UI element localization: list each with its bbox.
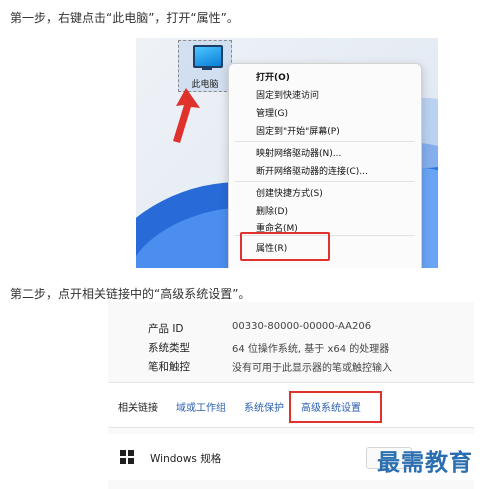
step1-text: 第一步，右键点击“此电脑”，打开“属性”。 bbox=[10, 11, 239, 25]
spec-value-product-id: 00330-80000-00000-AA206 bbox=[232, 321, 372, 332]
spec-label-product-id: 产品 ID bbox=[148, 323, 184, 335]
properties-highlight-box bbox=[240, 232, 330, 261]
link-system-protection[interactable]: 系统保护 bbox=[244, 399, 284, 414]
related-links-bar: 相关链接 域或工作组 系统保护 高级系统设置 bbox=[108, 382, 474, 428]
this-pc-desktop-icon[interactable]: 此电脑 bbox=[178, 40, 232, 92]
monitor-icon bbox=[193, 45, 223, 68]
menu-separator bbox=[235, 181, 415, 182]
menu-item-manage[interactable]: 管理(G) bbox=[256, 106, 288, 119]
monitor-stand bbox=[202, 67, 212, 70]
link-domain-workgroup[interactable]: 域或工作组 bbox=[176, 399, 226, 414]
step2-text: 第二步，点开相关链接中的“高级系统设置”。 bbox=[10, 287, 251, 301]
menu-item-open[interactable]: 打开(O) bbox=[256, 70, 290, 83]
spec-label-pen-touch: 笔和触控 bbox=[148, 361, 190, 373]
spec-label-system-type: 系统类型 bbox=[148, 342, 190, 354]
related-links-label: 相关链接 bbox=[118, 403, 158, 414]
windows-logo-icon bbox=[120, 450, 134, 464]
menu-item-disconnect-drive[interactable]: 断开网络驱动器的连接(C)... bbox=[256, 164, 368, 177]
menu-separator bbox=[235, 141, 415, 142]
menu-item-pin-quick-access[interactable]: 固定到快速访问 bbox=[256, 88, 319, 101]
spec-value-pen-touch: 没有可用于此显示器的笔或触控输入 bbox=[232, 363, 392, 374]
menu-item-delete[interactable]: 删除(D) bbox=[256, 204, 288, 217]
advanced-settings-highlight-box bbox=[289, 391, 382, 423]
watermark-logo: 最需教育 bbox=[377, 449, 473, 476]
menu-item-map-drive[interactable]: 映射网络驱动器(N)... bbox=[256, 146, 341, 159]
spec-value-system-type: 64 位操作系统, 基于 x64 的处理器 bbox=[232, 344, 390, 355]
menu-item-create-shortcut[interactable]: 创建快捷方式(S) bbox=[256, 186, 323, 199]
menu-item-pin-start[interactable]: 固定到"开始"屏幕(P) bbox=[256, 124, 340, 137]
windows-spec-title: Windows 规格 bbox=[150, 453, 222, 465]
device-specs: 产品 ID 00330-80000-00000-AA206 系统类型 64 位操… bbox=[108, 302, 474, 378]
context-menu: 打开(O) 固定到快速访问 管理(G) 固定到"开始"屏幕(P) 映射网络驱动器… bbox=[228, 63, 422, 268]
red-arrow-icon bbox=[173, 88, 200, 143]
screenshot-context-menu: 此电脑 打开(O) 固定到快速访问 管理(G) 固定到"开始"屏幕(P) 映射网… bbox=[136, 38, 438, 268]
